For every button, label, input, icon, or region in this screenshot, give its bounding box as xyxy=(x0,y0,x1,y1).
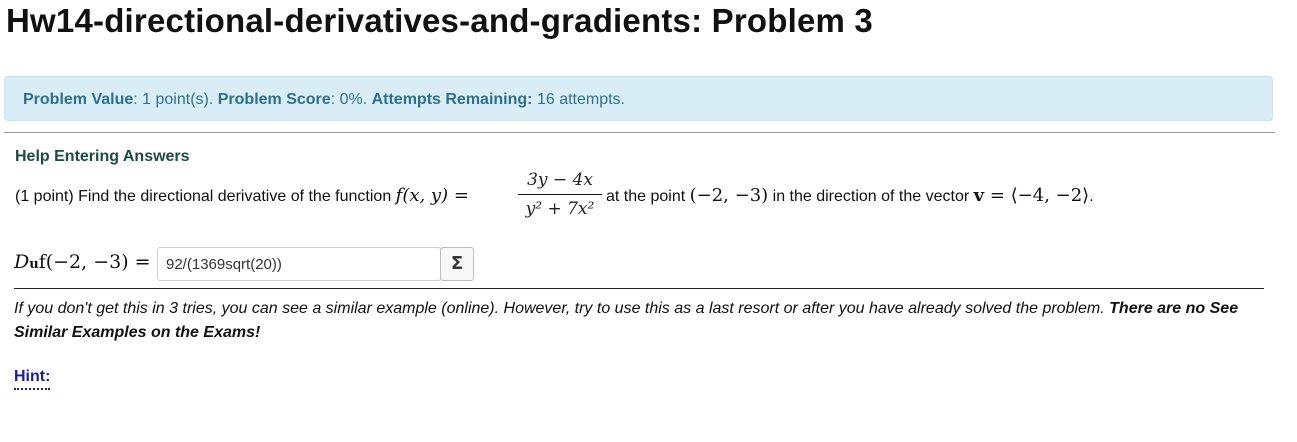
problem-info-bar: Problem Value: 1 point(s). Problem Score… xyxy=(4,76,1273,121)
equation-editor-button[interactable]: Σ xyxy=(440,247,474,281)
hint-link[interactable]: Hint: xyxy=(14,366,51,390)
note-text: If you don't get this in 3 tries, you ca… xyxy=(14,300,1110,317)
answer-label-rest: f(−2, −3) = xyxy=(38,251,151,273)
divider xyxy=(4,132,1275,133)
problem-value-label: Problem Value xyxy=(23,91,134,108)
problem-statement-suffix: at the point (−2, −3) in the direction o… xyxy=(606,185,1094,206)
problem-score-label: Problem Score xyxy=(217,91,331,108)
vector-value: = ⟨−4, −2⟩ xyxy=(984,185,1090,206)
answer-divider xyxy=(14,288,1264,289)
fraction-denominator: y² + 7x² xyxy=(525,199,595,219)
attempts-remaining-text: 16 attempts. xyxy=(532,91,625,108)
function-fraction: 3y − 4x y² + 7x² xyxy=(516,168,604,221)
at-point-text: at the point xyxy=(606,188,690,205)
point-value: (−2, −3) xyxy=(689,185,769,206)
attempts-remaining-label: Attempts Remaining: xyxy=(371,91,533,108)
similar-example-note: If you don't get this in 3 tries, you ca… xyxy=(14,297,1270,345)
function-name: f(x, y) xyxy=(395,185,449,206)
sentence-end: . xyxy=(1089,188,1094,205)
problem-score-text: : 0%. xyxy=(330,91,372,108)
answer-label-u: u xyxy=(29,257,39,272)
direction-text: in the direction of the vector xyxy=(768,188,974,205)
answer-input[interactable] xyxy=(157,247,441,281)
problem-panel xyxy=(4,134,1275,434)
help-entering-answers-link[interactable]: Help Entering Answers xyxy=(15,148,190,166)
answer-label-d: D xyxy=(14,251,30,273)
fraction-bar xyxy=(518,194,602,195)
equals-sign: = xyxy=(448,185,469,206)
answer-label: Duf(−2, −3) = xyxy=(14,251,151,273)
page-title: Hw14-directional-derivatives-and-gradien… xyxy=(6,2,873,39)
vector-symbol: v xyxy=(973,185,985,206)
problem-prefix-text: (1 point) Find the directional derivativ… xyxy=(15,188,396,205)
problem-statement-prefix: (1 point) Find the directional derivativ… xyxy=(15,185,469,206)
fraction-numerator: 3y − 4x xyxy=(527,170,593,190)
problem-value-text: : 1 point(s). xyxy=(133,91,218,108)
